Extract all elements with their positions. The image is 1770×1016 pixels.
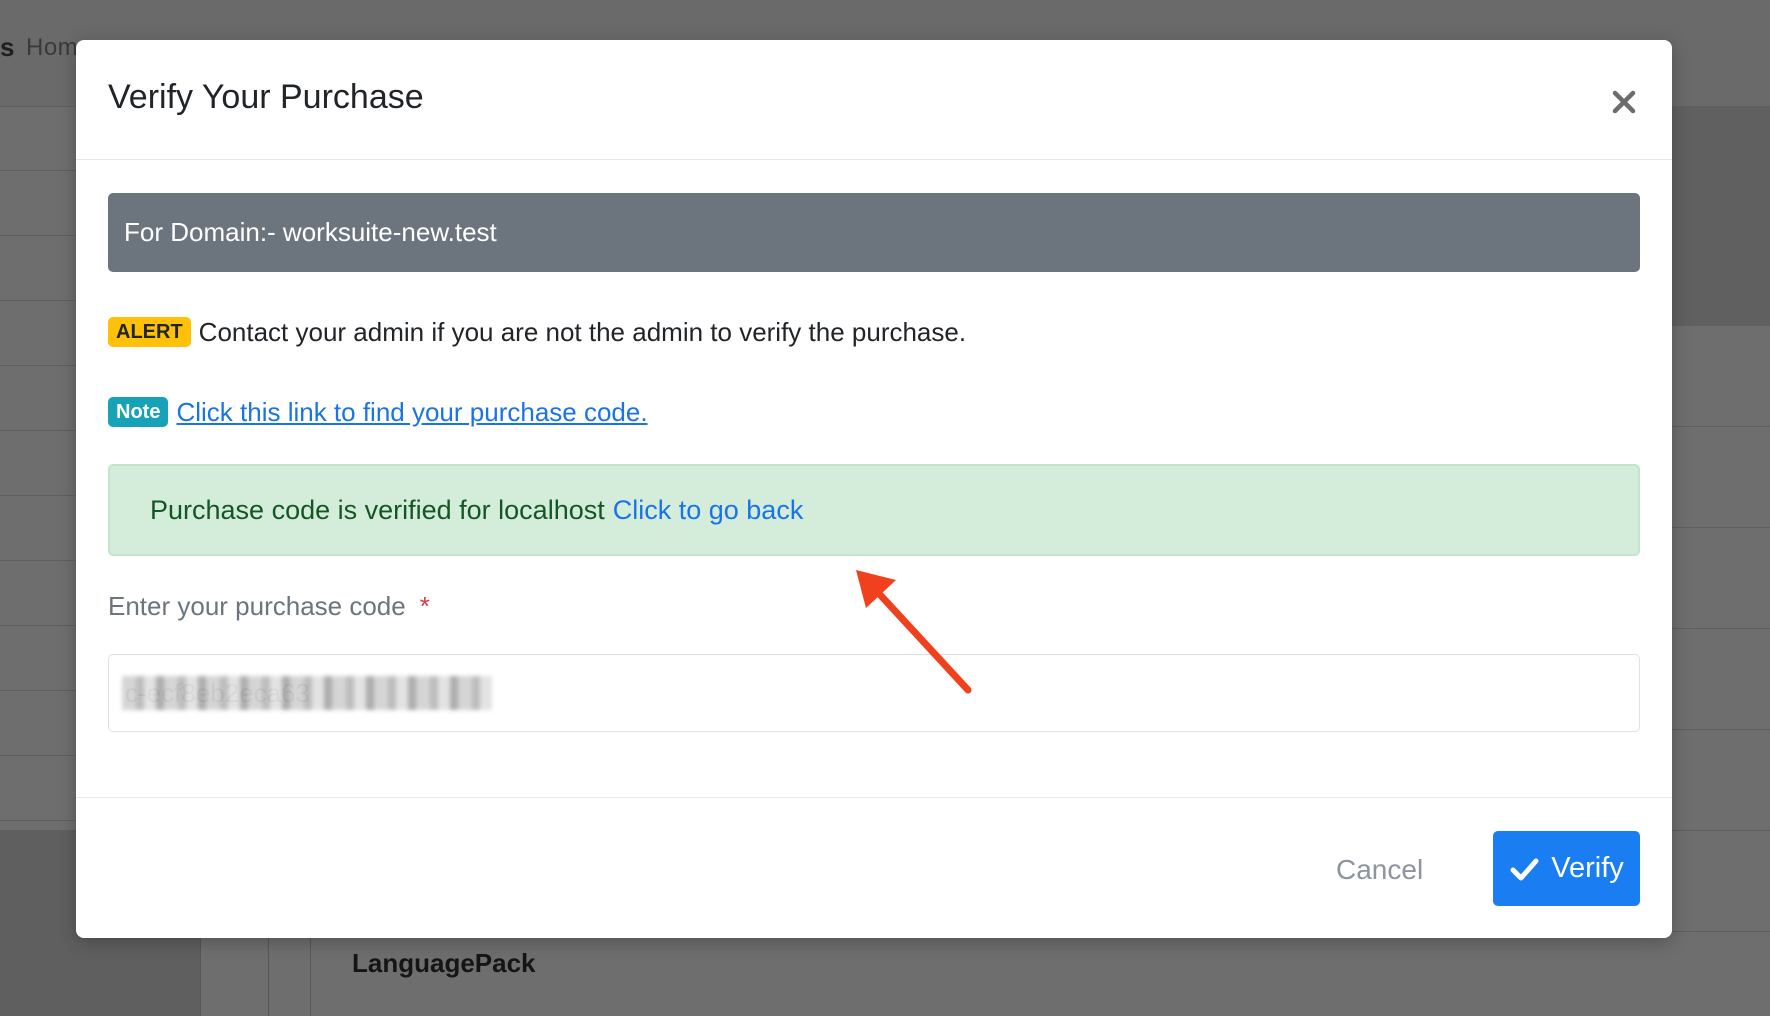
background-bottom-area	[0, 938, 1770, 1016]
alert-message: ALERT Contact your admin if you are not …	[108, 312, 966, 352]
background-divider	[200, 938, 201, 1016]
required-indicator: *	[419, 591, 430, 621]
background-breadcrumb: Hom	[26, 34, 79, 61]
background-item-languagepack: LanguagePack	[352, 948, 536, 978]
purchase-code-label: Enter your purchase code *	[108, 591, 430, 622]
note-badge: Note	[108, 397, 169, 427]
background-brand: s	[0, 32, 15, 62]
verify-button[interactable]: Verify	[1493, 831, 1640, 906]
close-button[interactable]	[1606, 84, 1642, 120]
verify-purchase-modal: Verify Your Purchase For Domain:- worksu…	[76, 40, 1672, 938]
modal-header: Verify Your Purchase	[76, 40, 1672, 160]
alert-text: Contact your admin if you are not the ad…	[198, 316, 967, 347]
success-alert: Purchase code is verified for localhost …	[108, 464, 1640, 556]
purchase-code-input[interactable]	[108, 654, 1640, 732]
domain-banner: For Domain:- worksuite-new.test	[108, 193, 1640, 272]
background-right-panel	[1672, 106, 1770, 326]
background-divider	[310, 938, 311, 1016]
modal-footer: Cancel Verify	[76, 797, 1672, 939]
cancel-button[interactable]: Cancel	[1330, 853, 1429, 887]
success-text: Purchase code is verified for localhost	[150, 494, 605, 525]
note-message: Note Click this link to find your purcha…	[108, 392, 648, 432]
checkmark-icon	[1510, 858, 1539, 880]
purchase-code-help-link[interactable]: Click this link to find your purchase co…	[176, 397, 647, 428]
background-divider	[268, 938, 269, 1016]
go-back-link[interactable]: Click to go back	[613, 495, 804, 526]
verify-button-label: Verify	[1551, 852, 1624, 884]
alert-badge: ALERT	[108, 317, 191, 347]
close-icon	[1612, 90, 1636, 114]
background-right-list	[1672, 326, 1770, 932]
modal-title: Verify Your Purchase	[108, 78, 424, 116]
purchase-code-label-text: Enter your purchase code	[108, 591, 406, 621]
